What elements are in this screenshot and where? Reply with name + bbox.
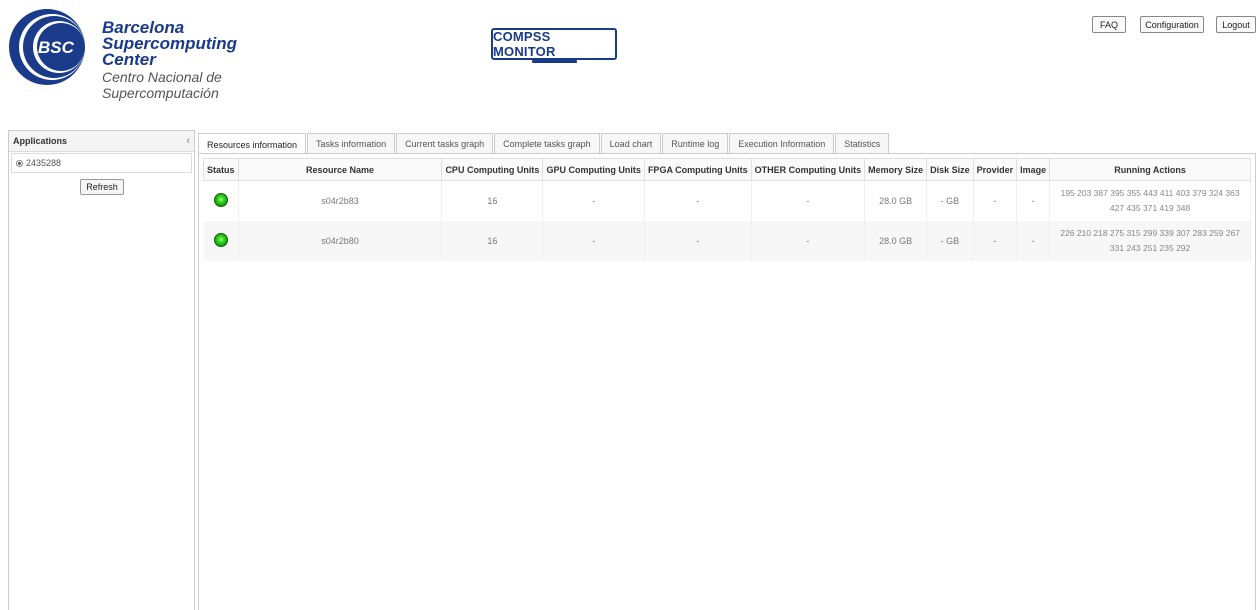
tab-execution-information[interactable]: Execution Information [729,133,835,154]
application-id: 2435288 [26,158,62,168]
cpu-cell: 16 [441,180,544,221]
faq-button[interactable]: FAQ [1092,16,1126,33]
tab-current-tasks-graph[interactable]: Current tasks graph [396,133,494,154]
tab-runtime-log[interactable]: Runtime log [662,133,729,154]
table-row[interactable]: s04r2b80 16 - - - 28.0 GB - GB - - 226 2… [203,221,1251,261]
gpu-cell: - [542,180,645,221]
status-green-icon [213,233,228,247]
logo-badge-text: BSC [38,38,75,57]
applications-title: Applications [13,136,68,146]
applications-header: Applications ‹ [9,131,194,152]
fpga-cell: - [644,221,752,261]
collapse-chevron-icon[interactable]: ‹ [186,135,190,147]
provider-cell: - [973,221,1018,261]
column-header-other[interactable]: OTHER Computing Units [750,158,866,181]
column-header-image[interactable]: Image [1016,158,1051,181]
configuration-button[interactable]: Configuration [1140,16,1204,33]
image-cell: - [1016,221,1051,261]
resource-name-cell: s04r2b80 [238,221,443,261]
image-cell: - [1016,180,1051,221]
column-header-fpga[interactable]: FPGA Computing Units [643,158,752,181]
resources-table: Status Resource Name CPU Computing Units… [203,158,1251,261]
resource-name-cell: s04r2b83 [238,180,443,221]
bsc-logo: BSC Barcelona Supercomputing Center Cent… [8,8,308,101]
other-cell: - [751,221,866,261]
provider-cell: - [973,180,1018,221]
fpga-cell: - [644,180,752,221]
application-item[interactable]: 2435288 [11,153,192,173]
memory-cell: 28.0 GB [864,180,928,221]
logout-button[interactable]: Logout [1216,16,1256,33]
disk-cell: - GB [926,221,974,261]
column-header-running-actions[interactable]: Running Actions [1049,158,1251,181]
compss-monitor-logo: COMPSS MONITOR [491,28,617,65]
gpu-cell: - [542,221,645,261]
tab-load-chart[interactable]: Load chart [600,133,662,154]
column-header-cpu[interactable]: CPU Computing Units [441,158,544,181]
monitor-stand-icon [532,60,577,63]
logo-line-3: Center [102,50,156,69]
column-header-disk[interactable]: Disk Size [926,158,974,181]
status-green-icon [213,193,228,207]
resources-panel: Status Resource Name CPU Computing Units… [198,153,1256,610]
refresh-button[interactable]: Refresh [80,179,124,195]
column-header-resource-name[interactable]: Resource Name [237,158,443,181]
compss-monitor-text: COMPSS MONITOR [493,29,556,59]
tab-statistics[interactable]: Statistics [835,133,890,154]
table-header-row: Status Resource Name CPU Computing Units… [203,158,1251,181]
tab-bar: Resources information Tasks information … [198,133,890,155]
column-header-gpu[interactable]: GPU Computing Units [542,158,645,181]
column-header-provider[interactable]: Provider [972,158,1018,181]
bsc-logo-icon: BSC [9,9,85,85]
status-cell [203,180,239,221]
column-header-memory[interactable]: Memory Size [864,158,928,181]
tab-tasks-information[interactable]: Tasks information [307,133,396,154]
radio-selected-icon[interactable] [16,159,23,167]
status-cell [203,221,239,261]
tab-resources-information[interactable]: Resources information [198,133,307,155]
logo-subtitle: Centro Nacional de Supercomputación [102,69,222,101]
disk-cell: - GB [926,180,974,221]
table-row[interactable]: s04r2b83 16 - - - 28.0 GB - GB - - 195 2… [203,180,1251,221]
other-cell: - [751,180,866,221]
running-actions-cell: 226 210 218 275 315 299 339 307 283 259 … [1049,221,1251,261]
cpu-cell: 16 [441,221,544,261]
column-header-status[interactable]: Status [203,158,239,181]
applications-panel: Applications ‹ 2435288 Refresh [8,130,195,610]
running-actions-cell: 195 203 387 395 355 443 411 403 379 324 … [1049,180,1251,221]
memory-cell: 28.0 GB [864,221,928,261]
tab-complete-tasks-graph[interactable]: Complete tasks graph [494,133,600,154]
